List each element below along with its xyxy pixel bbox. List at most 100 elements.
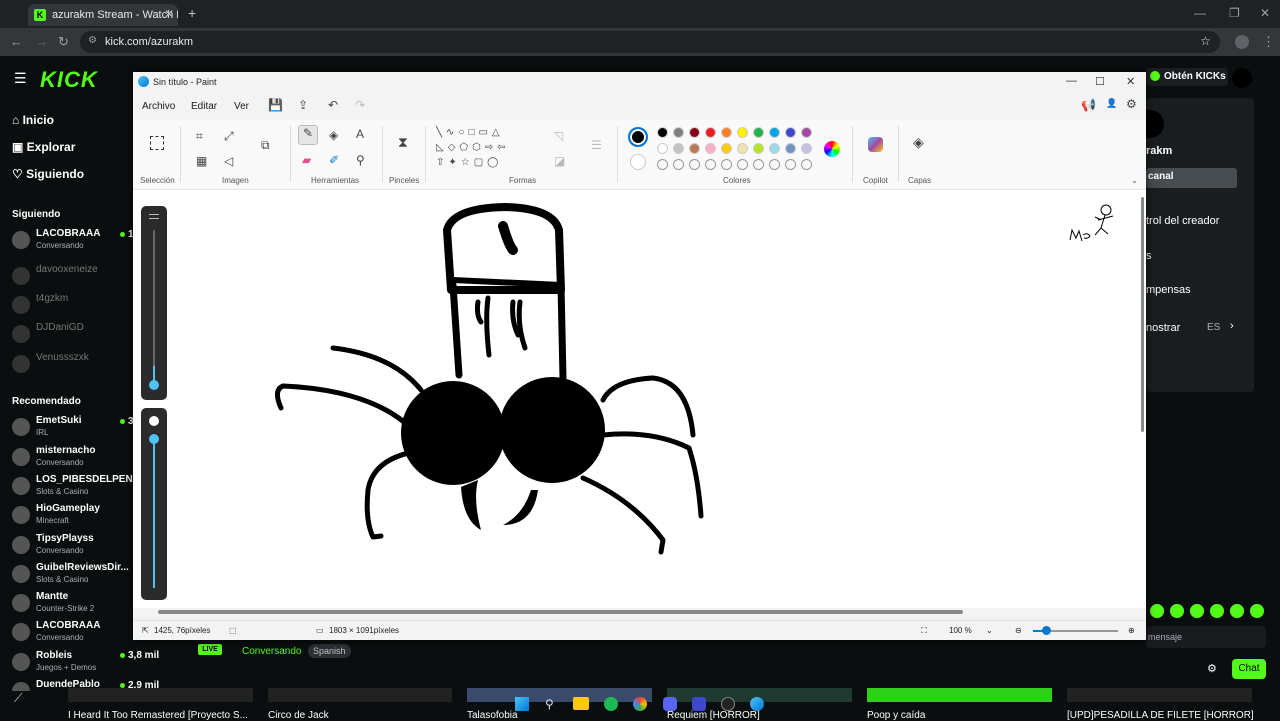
secondary-color-swatch[interactable] <box>630 154 646 170</box>
shape-fill-icon[interactable]: ◪ <box>554 154 565 168</box>
back-icon[interactable]: ← <box>10 34 23 49</box>
shape-size-icon[interactable]: ☰ <box>591 138 602 152</box>
kick-logo[interactable]: KICK <box>40 67 98 93</box>
text-tool-icon[interactable]: A <box>356 127 364 141</box>
zoom-out-icon[interactable]: ⊖ <box>1015 626 1022 635</box>
app-icon[interactable] <box>692 697 706 711</box>
hamburger-menu-icon[interactable]: ☰ <box>14 70 27 87</box>
color-swatch[interactable] <box>769 127 780 138</box>
color-swatch[interactable] <box>785 143 796 154</box>
save-icon[interactable]: 💾 <box>268 98 283 112</box>
emote-icon[interactable] <box>1150 604 1164 618</box>
close-window-icon[interactable]: ✕ <box>1260 6 1270 20</box>
slider-knob[interactable] <box>149 380 159 390</box>
video-thumbnail[interactable] <box>1067 688 1252 702</box>
video-title[interactable]: [UPD]PESADILLA DE FILETE [HORROR] <box>1067 710 1254 721</box>
video-thumbnail[interactable] <box>867 688 1052 702</box>
chat-settings-icon[interactable]: ⚙ <box>1207 662 1217 675</box>
color-swatch[interactable] <box>689 143 700 154</box>
minimize-icon[interactable]: — <box>1194 6 1206 20</box>
emote-icon[interactable] <box>1170 604 1184 618</box>
file-explorer-icon[interactable] <box>573 697 589 710</box>
account-icon[interactable]: 👤 <box>1106 98 1117 109</box>
crop-icon[interactable]: ⌗ <box>196 129 203 144</box>
pencil-icon[interactable]: ✎ <box>298 125 318 145</box>
discord-icon[interactable] <box>663 697 677 711</box>
nav-siguiendo[interactable]: ♡ Siguiendo <box>12 167 84 181</box>
empty-color-slot[interactable] <box>753 159 764 170</box>
zoom-slider-knob[interactable] <box>1042 626 1051 635</box>
windows-start-icon[interactable] <box>515 697 529 711</box>
edge-sidebar-icon[interactable]: ⟋ <box>14 691 22 706</box>
get-kicks-button[interactable]: Obtén KICKs <box>1146 68 1228 86</box>
empty-color-slot[interactable] <box>705 159 716 170</box>
color-swatch[interactable] <box>737 127 748 138</box>
emote-icon[interactable] <box>1230 604 1244 618</box>
share-icon[interactable]: ⇪ <box>298 98 308 112</box>
emote-icon[interactable] <box>1210 604 1224 618</box>
shape-outline-icon[interactable]: ◹ <box>554 129 563 143</box>
ribbon-collapse-icon[interactable]: ⌄ <box>1131 176 1138 185</box>
empty-color-slot[interactable] <box>801 159 812 170</box>
emote-icon[interactable] <box>1250 604 1264 618</box>
following-channel[interactable]: davooxeneize <box>12 264 132 292</box>
recommended-channel[interactable]: EmetSuki IRL <box>12 415 132 443</box>
vertical-scrollbar[interactable] <box>1141 197 1144 432</box>
following-channel[interactable]: DJDaniGD <box>12 322 132 350</box>
chat-send-button[interactable]: Chat <box>1232 659 1266 679</box>
menu-archivo[interactable]: Archivo <box>142 101 175 112</box>
following-channel[interactable]: LACOBRAAA Conversando <box>12 228 132 256</box>
search-icon[interactable]: ⚲ <box>545 697 554 711</box>
color-swatch[interactable] <box>753 143 764 154</box>
horizontal-scrollbar[interactable] <box>158 610 963 614</box>
language-tag[interactable]: Spanish <box>308 644 351 658</box>
color-swatch[interactable] <box>673 143 684 154</box>
eraser-icon[interactable]: ▰ <box>302 153 311 167</box>
profile-avatar[interactable] <box>1235 35 1249 49</box>
slider-knob[interactable] <box>149 434 159 444</box>
following-channel[interactable]: Venussszxk <box>12 352 132 380</box>
empty-color-slot[interactable] <box>657 159 668 170</box>
video-thumbnail[interactable] <box>68 688 253 702</box>
empty-color-slot[interactable] <box>721 159 732 170</box>
reload-icon[interactable]: ↻ <box>58 34 69 50</box>
close-icon[interactable]: ✕ <box>1126 75 1135 88</box>
spotify-icon[interactable] <box>604 697 618 711</box>
color-swatch[interactable] <box>689 127 700 138</box>
remove-background-icon[interactable]: ▦ <box>196 154 207 168</box>
video-title[interactable]: Requiem [HORROR] <box>667 710 760 721</box>
recommended-channel[interactable]: misternacho Conversando <box>12 445 132 473</box>
my-channel-link[interactable]: canal <box>1146 168 1237 188</box>
brush-icon[interactable]: ⧗ <box>398 134 408 151</box>
copilot-icon[interactable] <box>868 137 883 152</box>
video-thumbnail[interactable] <box>467 688 652 702</box>
color-swatch[interactable] <box>753 127 764 138</box>
maximize-icon[interactable]: ❐ <box>1229 6 1240 20</box>
display-language-item[interactable]: nostrar <box>1146 322 1180 334</box>
settings-gear-icon[interactable]: ⚙ <box>1126 97 1137 111</box>
video-title[interactable]: I Heard It Too Remastered [Proyecto S... <box>68 710 253 721</box>
drawing-canvas[interactable] <box>133 190 1146 608</box>
brush-size-slider[interactable] <box>141 206 167 400</box>
recommended-channel[interactable]: LOS_PIBESDELPEN... Slots & Casino <box>12 474 136 502</box>
empty-color-slot[interactable] <box>785 159 796 170</box>
menu-editar[interactable]: Editar <box>191 101 217 112</box>
color-swatch[interactable] <box>657 127 668 138</box>
forward-icon[interactable]: → <box>35 34 48 49</box>
recommended-channel[interactable]: Robleis Juegos + Demos <box>12 650 132 678</box>
browser-menu-icon[interactable]: ⋮ <box>1262 34 1275 50</box>
maximize-icon[interactable]: ☐ <box>1095 75 1105 88</box>
user-avatar[interactable] <box>1232 68 1252 88</box>
announcement-icon[interactable]: 📢 <box>1081 98 1096 112</box>
site-info-icon[interactable]: ⚙ <box>88 35 97 46</box>
color-swatch[interactable] <box>657 143 668 154</box>
empty-color-slot[interactable] <box>689 159 700 170</box>
color-swatch[interactable] <box>673 127 684 138</box>
stream-category[interactable]: Conversando <box>242 646 301 657</box>
select-rectangle-icon[interactable] <box>150 136 164 150</box>
color-swatch[interactable] <box>801 143 812 154</box>
color-swatch[interactable] <box>721 143 732 154</box>
tab-close-icon[interactable]: ✕ <box>164 7 174 21</box>
shapes-gallery[interactable]: ╲∿○□▭△ ◺◇⬠⬡⇨⇦ ⇧✦☆▢◯ <box>436 125 544 170</box>
zoom-in-icon[interactable]: ⊕ <box>1128 626 1135 635</box>
